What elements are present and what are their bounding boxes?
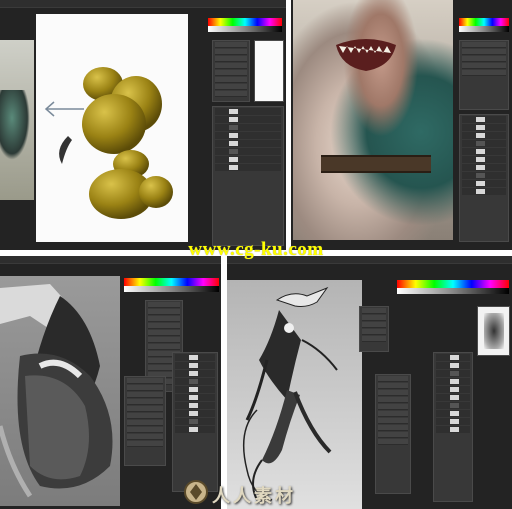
brush-panel[interactable] — [212, 40, 250, 102]
separator-vertical-bottom — [221, 256, 227, 509]
watermark-url: www.cg-ku.com — [188, 239, 324, 260]
color-swatches[interactable] — [208, 18, 282, 32]
brush-panel[interactable] — [375, 374, 411, 494]
navigator-panel[interactable] — [254, 40, 284, 102]
creature-thumbnail — [0, 90, 30, 160]
options-bar[interactable] — [0, 0, 286, 8]
creature-mouth — [336, 39, 396, 71]
watermark-logo-text: 人人素材 — [212, 486, 296, 507]
layers-panel[interactable] — [212, 106, 284, 246]
layers-panel[interactable] — [433, 352, 473, 502]
navigator-panel[interactable] — [477, 306, 510, 356]
navigator-thumbnail — [484, 313, 504, 349]
background-canvas — [0, 40, 34, 200]
tools-panel[interactable] — [124, 376, 166, 466]
screenshot-bottom-left — [0, 256, 221, 509]
blob-sculpt — [44, 67, 173, 219]
separator-vertical-top — [286, 0, 291, 250]
layers-panel[interactable] — [459, 114, 509, 242]
grayscale-sculpt — [0, 284, 113, 498]
belt — [321, 155, 431, 173]
brush-panel[interactable] — [459, 40, 509, 110]
screenshot-top-right — [291, 0, 512, 250]
screenshot-bottom-right — [227, 256, 512, 509]
layers-panel[interactable] — [172, 352, 218, 492]
color-swatches[interactable] — [397, 280, 509, 294]
tools-panel[interactable] — [359, 306, 389, 352]
color-swatches[interactable] — [459, 18, 509, 32]
color-swatches[interactable] — [124, 278, 219, 292]
creature-sketch — [242, 286, 338, 501]
screenshot-top-left — [0, 0, 286, 250]
